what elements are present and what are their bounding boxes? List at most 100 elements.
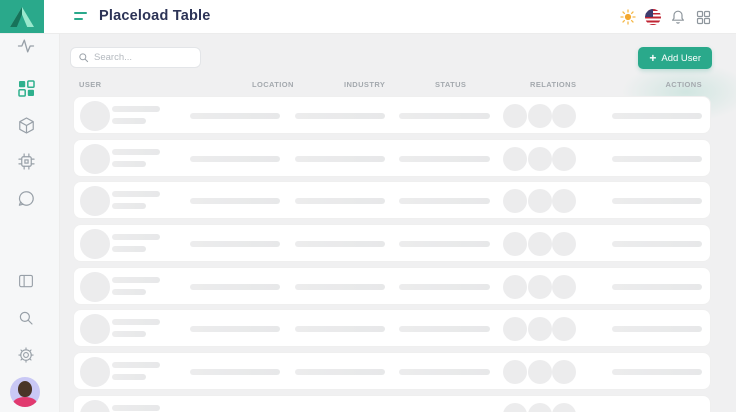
column-header-relations: RELATIONS	[530, 80, 576, 89]
search-box	[70, 47, 201, 68]
add-user-button[interactable]: + Add User	[638, 47, 712, 69]
skeleton-avatar	[80, 314, 110, 344]
skeleton-user-name-bar	[112, 191, 160, 197]
sun-theme-icon[interactable]	[620, 9, 636, 25]
us-flag-language-icon[interactable]	[645, 9, 661, 25]
skeleton-relation-circle	[528, 403, 552, 412]
table-row-skeleton	[73, 181, 711, 219]
skeleton-status-bar	[399, 156, 490, 162]
skeleton-avatar	[80, 272, 110, 302]
skeleton-industry-bar	[295, 241, 385, 247]
skeleton-avatar	[80, 144, 110, 174]
header-actions	[620, 0, 711, 34]
skeleton-relation-circle	[503, 189, 527, 213]
sidebar	[0, 34, 60, 412]
skeleton-user-subtitle-bar	[112, 118, 146, 124]
skeleton-user-name-bar	[112, 362, 160, 368]
skeleton-actions-bar	[612, 326, 702, 332]
skeleton-relation-circle	[503, 403, 527, 412]
skeleton-status-bar	[399, 241, 490, 247]
dashboard-grid-icon[interactable]	[14, 76, 38, 100]
menu-toggle-line	[74, 12, 87, 14]
skeleton-status-bar	[399, 326, 490, 332]
panels-icon[interactable]	[14, 269, 38, 293]
cube-icon[interactable]	[14, 113, 38, 137]
skeleton-user-subtitle-bar	[112, 246, 146, 252]
skeleton-industry-bar	[295, 156, 385, 162]
skeleton-actions-bar	[612, 369, 702, 375]
table-row-skeleton	[73, 352, 711, 390]
apps-grid-icon[interactable]	[695, 9, 711, 25]
bell-notifications-icon[interactable]	[670, 9, 686, 25]
skeleton-actions-bar	[612, 198, 702, 204]
table-row-skeleton	[73, 267, 711, 305]
skeleton-avatar	[80, 357, 110, 387]
skeleton-avatar	[80, 229, 110, 259]
skeleton-relation-circle	[552, 403, 576, 412]
skeleton-user-subtitle-bar	[112, 203, 146, 209]
skeleton-industry-bar	[295, 113, 385, 119]
skeleton-user-name-bar	[112, 106, 160, 112]
table-row-skeleton	[73, 96, 711, 134]
chip-icon[interactable]	[14, 149, 38, 173]
avatar-head	[18, 381, 32, 397]
skeleton-relation-circle	[528, 232, 552, 256]
search-icon[interactable]	[14, 306, 38, 330]
table-row-skeleton	[73, 224, 711, 262]
skeleton-location-bar	[190, 369, 280, 375]
skeleton-relation-circle	[552, 317, 576, 341]
skeleton-location-bar	[190, 284, 280, 290]
menu-toggle-line	[74, 18, 83, 20]
skeleton-status-bar	[399, 284, 490, 290]
skeleton-user-name-bar	[112, 405, 160, 411]
table-column-headers: USER LOCATION INDUSTRY STATUS RELATIONS …	[73, 80, 711, 92]
skeleton-relation-circle	[528, 317, 552, 341]
skeleton-user-subtitle-bar	[112, 374, 146, 380]
skeleton-user-name-bar	[112, 149, 160, 155]
skeleton-location-bar	[190, 113, 280, 119]
skeleton-user-subtitle-bar	[112, 161, 146, 167]
skeleton-relation-circle	[503, 275, 527, 299]
user-avatar[interactable]	[10, 377, 40, 407]
skeleton-avatar	[80, 101, 110, 131]
table-row-skeleton	[73, 309, 711, 347]
skeleton-avatar	[80, 186, 110, 216]
skeleton-relation-circle	[503, 232, 527, 256]
skeleton-location-bar	[190, 326, 280, 332]
triangle-logo-icon	[9, 6, 35, 28]
skeleton-actions-bar	[612, 156, 702, 162]
search-icon	[78, 52, 89, 63]
skeleton-relation-circle	[528, 189, 552, 213]
skeleton-location-bar	[190, 241, 280, 247]
skeleton-relation-circle	[503, 317, 527, 341]
skeleton-relation-circle	[503, 360, 527, 384]
skeleton-actions-bar	[612, 113, 702, 119]
app-logo[interactable]	[0, 0, 44, 33]
skeleton-user-name-bar	[112, 277, 160, 283]
skeleton-relation-circle	[503, 104, 527, 128]
table-row-skeleton	[73, 139, 711, 177]
column-header-actions: ACTIONS	[665, 80, 702, 89]
search-input[interactable]	[94, 52, 193, 63]
skeleton-relation-circle	[552, 189, 576, 213]
chat-bubble-icon[interactable]	[14, 186, 38, 210]
menu-toggle-icon[interactable]	[74, 12, 88, 22]
plus-icon: +	[649, 52, 656, 64]
top-header: Placeload Table	[0, 0, 736, 34]
skeleton-actions-bar	[612, 284, 702, 290]
skeleton-location-bar	[190, 156, 280, 162]
gear-icon[interactable]	[14, 343, 38, 367]
page-title: Placeload Table	[99, 8, 211, 24]
column-header-user: USER	[79, 80, 101, 89]
activity-icon[interactable]	[14, 34, 38, 58]
skeleton-industry-bar	[295, 326, 385, 332]
skeleton-relation-circle	[528, 104, 552, 128]
skeleton-actions-bar	[612, 241, 702, 247]
table-body	[73, 96, 711, 412]
column-header-location: LOCATION	[252, 80, 294, 89]
skeleton-industry-bar	[295, 369, 385, 375]
skeleton-relation-circle	[552, 147, 576, 171]
column-header-status: STATUS	[435, 80, 466, 89]
skeleton-relation-circle	[552, 360, 576, 384]
skeleton-relation-circle	[552, 104, 576, 128]
